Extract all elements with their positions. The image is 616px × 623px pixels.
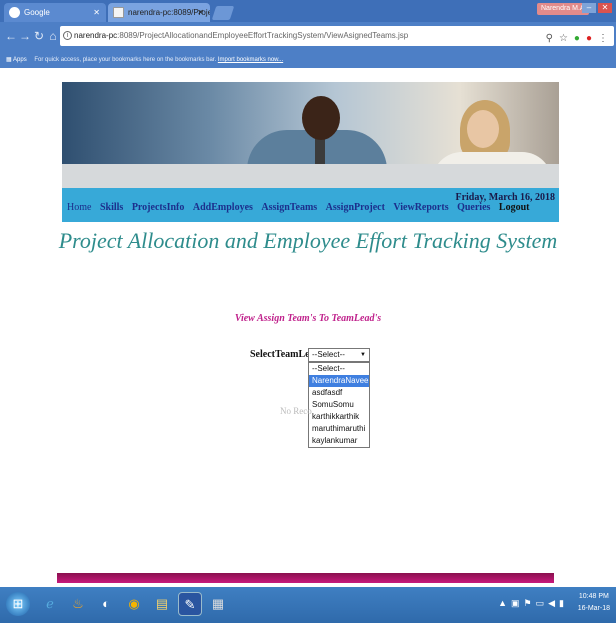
star-icon[interactable]: ☆ [559,33,568,44]
dropdown-option[interactable]: NarendraNaveen [309,375,369,387]
minimize-icon[interactable]: – [582,3,596,13]
eclipse-icon[interactable]: ◐ [94,592,118,616]
ie-icon[interactable]: ℯ [38,592,62,616]
forward-icon[interactable]: → [18,29,32,43]
header-banner-image [62,82,559,188]
import-bookmarks-link[interactable]: Import bookmarks now... [218,57,283,63]
browser-toolbar: ← → ↻ ⌂ i narendra-pc:8089/ProjectAlloca… [0,22,616,52]
page-content: Home Skills ProjectsInfo AddEmployes Ass… [0,68,616,583]
tray-monitor-icon[interactable]: ▭ [536,598,545,608]
reload-icon[interactable]: ↻ [32,29,46,43]
info-icon[interactable]: i [63,31,72,40]
home-icon[interactable]: ⌂ [46,29,60,43]
tab-label: Google [24,8,50,17]
nav-projectsinfo[interactable]: ProjectsInfo [132,202,185,213]
windows-taskbar: ⊞ ℯ ♨ ◐ ◉ ▤ ✎ ▦ ▲ ▣ ⚑ ▭ ◀ ▮ 10:48 PM 16-Mar-1… [0,587,616,623]
dropdown-option[interactable]: karthikkarthik [309,411,369,423]
dropdown-option[interactable]: maruthimaruthi [309,423,369,435]
tray-flag-icon[interactable]: ⚑ [524,598,532,608]
address-path: :8089/ProjectAllocationandEmployeeEffort… [117,31,409,40]
volume-icon[interactable]: ◀ [548,598,555,608]
tab-google[interactable]: Google ✕ [4,3,106,22]
profile-chip[interactable]: Narendra M.A [537,3,589,15]
close-tab-icon[interactable]: ✕ [93,3,100,22]
taskbar-clock[interactable]: 10:48 PM 16-Mar-18 [578,591,610,615]
teamlead-select[interactable]: --Select-- ▼ [308,348,370,362]
no-records-text: No Reco [280,406,312,416]
current-date: Friday, March 16, 2018 [455,192,555,203]
address-host: narendra-pc [74,31,118,40]
bookmarks-hint: For quick access, place your bookmarks h… [34,57,217,63]
extension-icon[interactable]: ● [574,33,580,44]
tray-app-icon[interactable]: ▣ [511,598,520,608]
section-heading: View Assign Team's To TeamLead's [234,313,382,324]
notes-icon[interactable]: ✎ [178,592,202,616]
page-icon [113,7,124,18]
folder-icon[interactable]: ▤ [150,592,174,616]
nav-viewreports[interactable]: ViewReports [393,202,448,213]
apps-button[interactable]: ▦ Apps [6,57,27,63]
java-icon[interactable]: ♨ [66,592,90,616]
nav-skills[interactable]: Skills [100,202,123,213]
opera-icon[interactable]: ● [586,33,592,44]
footer-banner [57,573,554,583]
nav-addemployes[interactable]: AddEmployes [193,202,253,213]
back-icon[interactable]: ← [4,29,18,43]
new-tab-button[interactable] [211,6,235,20]
nav-assignteams[interactable]: AssignTeams [261,202,317,213]
close-window-icon[interactable]: ✕ [598,3,612,13]
close-tab-icon[interactable]: ✕ [197,3,204,22]
dropdown-option[interactable]: SomuSomu [309,399,369,411]
bookmarks-bar: ▦ Apps For quick access, place your book… [0,52,616,68]
nav-home[interactable]: Home [67,202,91,213]
address-bar[interactable]: i narendra-pc:8089/ProjectAllocationandE… [60,26,614,46]
dropdown-option[interactable]: --Select-- [309,363,369,375]
nav-assignproject[interactable]: AssignProject [326,202,385,213]
dropdown-option[interactable]: asdfasdf [309,387,369,399]
tray-up-icon[interactable]: ▲ [498,598,507,608]
system-tray: ▲ ▣ ⚑ ▭ ◀ ▮ [494,598,564,609]
google-icon [9,7,20,18]
zoom-icon[interactable]: ⚲ [546,33,553,44]
dropdown-option[interactable]: kaylankumar [309,435,369,447]
main-nav: Home Skills ProjectsInfo AddEmployes Ass… [62,188,559,222]
teamlead-dropdown-list: --Select-- NarendraNaveen asdfasdf SomuS… [308,362,370,448]
page-title: Project Allocation and Employee Effort T… [58,228,558,253]
start-icon[interactable]: ⊞ [6,592,30,616]
network-icon[interactable]: ▮ [559,598,564,608]
chrome-icon[interactable]: ◉ [122,592,146,616]
nav-queries[interactable]: Queries [457,202,490,213]
menu-icon[interactable]: ⋮ [598,33,608,44]
chevron-down-icon: ▼ [360,352,366,358]
nav-logout[interactable]: Logout [499,202,530,213]
tab-active-page[interactable]: narendra-pc:8089/Projec ✕ [108,3,210,22]
document-icon[interactable]: ▦ [206,592,230,616]
browser-tab-strip: Google ✕ narendra-pc:8089/Projec ✕ Naren… [0,0,616,22]
